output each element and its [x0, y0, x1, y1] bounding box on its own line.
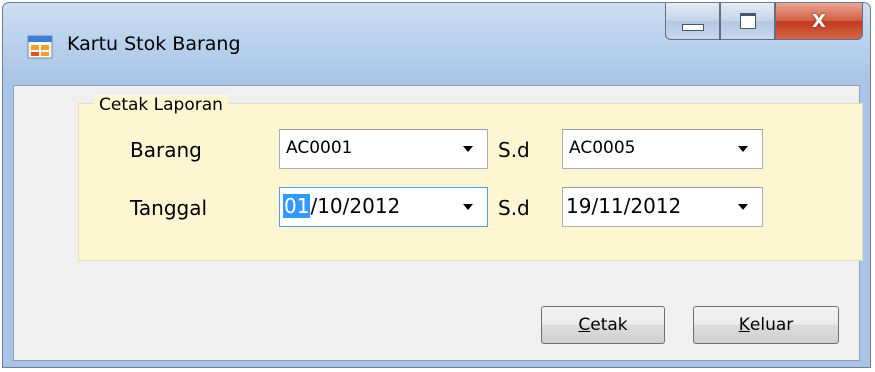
- close-button[interactable]: X: [775, 3, 863, 40]
- tanggal-to-datepicker[interactable]: 19/11/2012: [562, 187, 763, 227]
- keluar-button[interactable]: Keluar: [693, 306, 839, 344]
- chevron-down-icon[interactable]: [463, 204, 473, 210]
- tanggal-sd-label: S.d: [498, 196, 530, 220]
- minimize-button[interactable]: [665, 3, 720, 40]
- groupbox-title: Cetak Laporan: [94, 95, 228, 115]
- chevron-down-icon[interactable]: [738, 204, 748, 210]
- cetak-button[interactable]: Cetak: [541, 306, 665, 344]
- barang-from-combobox[interactable]: AC0001: [279, 129, 488, 169]
- keluar-mnemonic: K: [738, 315, 750, 335]
- close-icon: X: [812, 10, 826, 32]
- barang-label: Barang: [130, 138, 202, 162]
- form-window-icon: [27, 35, 53, 59]
- cetak-label: etak: [590, 315, 628, 335]
- barang-to-combobox[interactable]: AC0005: [562, 129, 763, 169]
- tanggal-from-datepicker[interactable]: 01/10/2012: [279, 187, 488, 227]
- tanggal-from-value[interactable]: 01/10/2012: [283, 194, 400, 218]
- chevron-down-icon[interactable]: [463, 146, 473, 152]
- title-bar[interactable]: Kartu Stok Barang X: [3, 3, 870, 85]
- tanggal-from-rest: /10/2012: [310, 194, 401, 218]
- cetak-mnemonic: C: [578, 315, 591, 335]
- window-title: Kartu Stok Barang: [67, 33, 241, 55]
- tanggal-to-value: 19/11/2012: [566, 194, 682, 218]
- main-window: Kartu Stok Barang X Cetak Laporan Barang…: [2, 2, 871, 368]
- keluar-label: eluar: [749, 315, 794, 335]
- maximize-icon: [739, 13, 756, 29]
- chevron-down-icon[interactable]: [738, 146, 748, 152]
- maximize-button[interactable]: [720, 3, 775, 40]
- window-controls: X: [665, 3, 863, 40]
- form-client-area: Cetak Laporan Barang AC0001 S.d AC0005 T…: [13, 85, 863, 361]
- barang-from-value: AC0001: [286, 138, 353, 158]
- tanggal-label: Tanggal: [130, 196, 208, 220]
- minimize-icon: [681, 23, 704, 31]
- selected-day-segment[interactable]: 01: [283, 194, 311, 218]
- barang-to-value: AC0005: [569, 138, 636, 158]
- barang-sd-label: S.d: [498, 138, 530, 162]
- cetak-laporan-groupbox: [78, 103, 863, 261]
